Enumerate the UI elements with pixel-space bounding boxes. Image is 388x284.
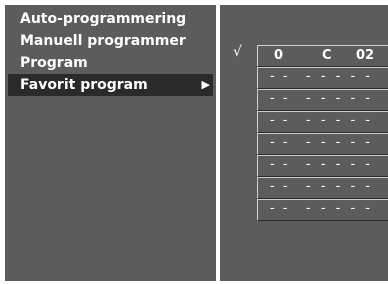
favorite-name: - - - - - bbox=[306, 201, 373, 216]
favorite-row[interactable]: - - - - - - - bbox=[257, 89, 388, 111]
favorite-name: - - - - - bbox=[306, 179, 373, 194]
favorite-row[interactable]: - - - - - - - bbox=[257, 199, 388, 221]
favorite-channel: 02 bbox=[356, 48, 375, 63]
favorite-name: - - - - - bbox=[306, 69, 373, 84]
menu-item-favorite-program[interactable]: Favorit program ▶ bbox=[8, 74, 213, 96]
favorite-name: - - - - - bbox=[306, 135, 373, 150]
favorite-number: - - bbox=[270, 113, 290, 128]
favorite-number: - - bbox=[270, 135, 290, 150]
favorite-band: C bbox=[322, 48, 332, 63]
menu-item-manual-programming[interactable]: Manuell programmer bbox=[8, 30, 213, 52]
favorite-name: - - - - - bbox=[306, 157, 373, 172]
favorite-row[interactable]: - - - - - - - bbox=[257, 155, 388, 177]
menu-item-program[interactable]: Program bbox=[8, 52, 213, 74]
favorite-number: - - bbox=[270, 201, 290, 216]
favorite-rows: 0 C 02 - - - - - - - - - - - - - - - - -… bbox=[257, 45, 388, 221]
menu-item-auto-programming[interactable]: Auto-programmering bbox=[8, 8, 213, 30]
main-menu-list: Auto-programmering Manuell programmer Pr… bbox=[8, 8, 213, 278]
favorite-number: - - bbox=[270, 91, 290, 106]
menu-item-label: Favorit program bbox=[20, 77, 148, 93]
menu-item-label: Manuell programmer bbox=[20, 33, 186, 49]
favorite-row[interactable]: - - - - - - - bbox=[257, 67, 388, 89]
menu-item-label: Program bbox=[20, 55, 88, 71]
favorite-number: 0 bbox=[274, 48, 284, 63]
favorite-number: - - bbox=[270, 179, 290, 194]
checkmark-icon: √ bbox=[233, 44, 242, 60]
main-menu-panel: Auto-programmering Manuell programmer Pr… bbox=[5, 5, 216, 281]
favorite-name: - - - - - bbox=[306, 113, 373, 128]
favorite-number: - - bbox=[270, 69, 290, 84]
favorite-name: - - - - - bbox=[306, 91, 373, 106]
play-right-icon: ▶ bbox=[201, 78, 210, 91]
menu-item-label: Auto-programmering bbox=[20, 11, 187, 27]
tv-osd-screen: Auto-programmering Manuell programmer Pr… bbox=[0, 0, 388, 284]
favorite-row[interactable]: - - - - - - - bbox=[257, 111, 388, 133]
favorite-row[interactable]: - - - - - - - bbox=[257, 133, 388, 155]
favorite-row[interactable]: 0 C 02 bbox=[257, 45, 388, 67]
favorite-number: - - bbox=[270, 157, 290, 172]
favorite-row[interactable]: - - - - - - - bbox=[257, 177, 388, 199]
